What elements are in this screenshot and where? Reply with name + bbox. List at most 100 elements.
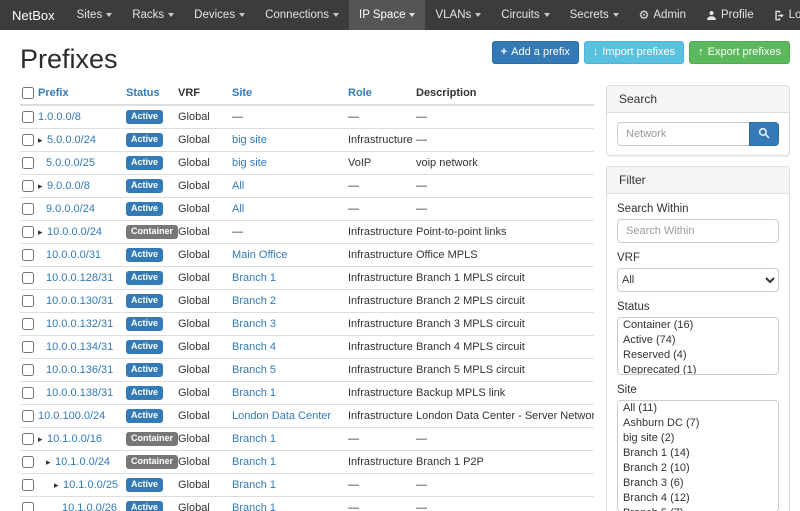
site-link[interactable]: Branch 1 — [232, 433, 276, 445]
prefix-link[interactable]: 10.0.0.0/31 — [46, 249, 101, 261]
site-link[interactable]: Branch 1 — [232, 456, 276, 468]
filter-option[interactable]: Branch 2 (10) — [618, 461, 778, 476]
row-checkbox[interactable] — [22, 203, 34, 215]
row-checkbox[interactable] — [22, 479, 34, 491]
site-link[interactable]: London Data Center — [232, 410, 331, 422]
prefix-link[interactable]: 10.1.0.0/24 — [55, 456, 110, 468]
column-header-status[interactable]: Status — [126, 85, 178, 105]
add-prefix-button[interactable]: + Add a prefix — [492, 41, 579, 64]
status-badge: Active — [126, 179, 163, 193]
prefix-link[interactable]: 10.0.0.130/31 — [46, 295, 113, 307]
prefix-link[interactable]: 10.0.0.134/31 — [46, 341, 113, 353]
prefix-link[interactable]: 10.0.100.0/24 — [38, 410, 105, 422]
prefix-cell: 10.0.0.136/31 — [38, 359, 126, 382]
row-checkbox[interactable] — [22, 249, 34, 261]
filter-option[interactable]: Deprecated (1) — [618, 363, 778, 375]
filter-option[interactable]: Branch 4 (12) — [618, 491, 778, 506]
import-prefixes-button[interactable]: ↓ Import prefixes — [584, 41, 684, 64]
row-checkbox[interactable] — [22, 387, 34, 399]
description-cell: voip network — [416, 152, 594, 175]
site-link[interactable]: Branch 2 — [232, 295, 276, 307]
nav-right: ⚙ Admin Profile Log out — [629, 0, 800, 30]
site-link[interactable]: big site — [232, 157, 267, 169]
nav-item-racks[interactable]: Racks — [122, 0, 184, 30]
search-button[interactable] — [749, 122, 779, 146]
export-prefixes-button[interactable]: ↑ Export prefixes — [689, 41, 790, 64]
search-input[interactable] — [617, 122, 749, 146]
row-checkbox[interactable] — [22, 410, 34, 422]
prefix-link[interactable]: 10.1.0.0/26 — [62, 502, 117, 511]
nav-item-devices[interactable]: Devices — [184, 0, 255, 30]
vrf-cell: Global — [178, 405, 232, 428]
prefix-link[interactable]: 5.0.0.0/25 — [46, 157, 95, 169]
row-checkbox[interactable] — [22, 272, 34, 284]
status-cell: Active — [126, 175, 178, 198]
column-header-prefix[interactable]: Prefix — [38, 85, 126, 105]
nav-item-sites[interactable]: Sites — [67, 0, 123, 30]
filter-option[interactable]: Branch 1 (14) — [618, 446, 778, 461]
site-link[interactable]: Branch 1 — [232, 502, 276, 511]
filter-option[interactable]: Active (74) — [618, 333, 778, 348]
vrf-select[interactable]: All — [617, 268, 779, 292]
nav-item-logout[interactable]: Log out — [764, 0, 800, 30]
site-link[interactable]: Branch 5 — [232, 364, 276, 376]
filter-option[interactable]: Reserved (4) — [618, 348, 778, 363]
prefix-link[interactable]: 10.0.0.132/31 — [46, 318, 113, 330]
filter-panel-heading: Filter — [607, 167, 789, 194]
column-header-role[interactable]: Role — [348, 85, 416, 105]
column-header-site[interactable]: Site — [232, 85, 348, 105]
prefix-link[interactable]: 10.1.0.0/25 — [63, 479, 118, 491]
row-checkbox[interactable] — [22, 111, 34, 123]
row-checkbox[interactable] — [22, 502, 34, 511]
prefix-link[interactable]: 1.0.0.0/8 — [38, 111, 81, 123]
nav-item-connections[interactable]: Connections — [255, 0, 349, 30]
filter-option[interactable]: All (11) — [618, 401, 778, 416]
prefix-link[interactable]: 10.1.0.0/16 — [47, 433, 102, 445]
prefix-link[interactable]: 10.0.0.128/31 — [46, 272, 113, 284]
row-checkbox[interactable] — [22, 157, 34, 169]
nav-item-profile[interactable]: Profile — [696, 0, 764, 30]
site-link[interactable]: Main Office — [232, 249, 287, 261]
site-link[interactable]: Branch 3 — [232, 318, 276, 330]
brand-logo[interactable]: NetBox — [0, 0, 67, 30]
row-checkbox[interactable] — [22, 433, 34, 445]
filter-option[interactable]: Container (16) — [618, 318, 778, 333]
site-link[interactable]: All — [232, 203, 244, 215]
export-prefixes-label: Export prefixes — [708, 46, 781, 59]
site-link[interactable]: Branch 1 — [232, 387, 276, 399]
filter-option[interactable]: big site (2) — [618, 431, 778, 446]
prefix-link[interactable]: 10.0.0.136/31 — [46, 364, 113, 376]
site-link[interactable]: big site — [232, 134, 267, 146]
site-link[interactable]: Branch 4 — [232, 341, 276, 353]
prefix-link[interactable]: 10.0.0.0/24 — [47, 226, 102, 238]
prefix-cell: 10.0.0.0/31 — [38, 244, 126, 267]
site-link[interactable]: All — [232, 180, 244, 192]
nav-item-ip-space[interactable]: IP Space — [349, 0, 425, 30]
prefix-link[interactable]: 5.0.0.0/24 — [47, 134, 96, 146]
search-within-input[interactable] — [617, 219, 779, 243]
filter-option[interactable]: Ashburn DC (7) — [618, 416, 778, 431]
site-link[interactable]: Branch 1 — [232, 272, 276, 284]
filter-option[interactable]: Branch 3 (6) — [618, 476, 778, 491]
nav-item-circuits[interactable]: Circuits — [491, 0, 559, 30]
row-checkbox[interactable] — [22, 226, 34, 238]
nav-item-vlans[interactable]: VLANs — [425, 0, 491, 30]
filter-option[interactable]: Branch 5 (7) — [618, 506, 778, 511]
prefix-link[interactable]: 10.0.0.138/31 — [46, 387, 113, 399]
prefix-link[interactable]: 9.0.0.0/8 — [47, 180, 90, 192]
nav-item-admin[interactable]: ⚙ Admin — [629, 0, 696, 30]
row-checkbox[interactable] — [22, 295, 34, 307]
row-checkbox[interactable] — [22, 364, 34, 376]
prefix-cell: 10.0.0.134/31 — [38, 336, 126, 359]
row-checkbox[interactable] — [22, 180, 34, 192]
site-link[interactable]: Branch 1 — [232, 479, 276, 491]
row-checkbox[interactable] — [22, 134, 34, 146]
row-checkbox[interactable] — [22, 318, 34, 330]
status-listbox[interactable]: Container (16)Active (74)Reserved (4)Dep… — [617, 317, 779, 375]
row-checkbox[interactable] — [22, 456, 34, 468]
nav-item-secrets[interactable]: Secrets — [560, 0, 629, 30]
site-listbox[interactable]: All (11)Ashburn DC (7)big site (2)Branch… — [617, 400, 779, 511]
select-all-checkbox[interactable] — [22, 87, 34, 99]
row-checkbox[interactable] — [22, 341, 34, 353]
prefix-link[interactable]: 9.0.0.0/24 — [46, 203, 95, 215]
